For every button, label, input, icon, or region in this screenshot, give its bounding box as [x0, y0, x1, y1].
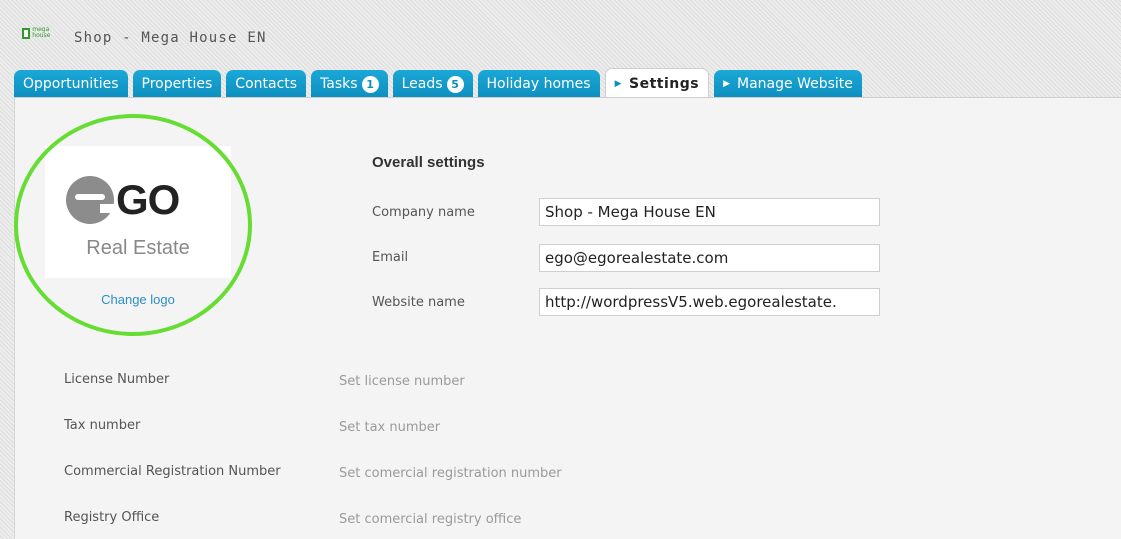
registry-office-value[interactable]: Set comercial registry office: [339, 512, 521, 527]
tasks-count-badge: 1: [361, 75, 379, 93]
overall-settings-title: Overall settings: [372, 154, 485, 171]
tab-contacts[interactable]: Contacts: [226, 70, 307, 98]
tab-leads[interactable]: Leads 5: [392, 70, 473, 98]
tab-label: Opportunities: [23, 76, 119, 92]
tab-manage-website[interactable]: ▶ Manage Website: [714, 70, 862, 98]
license-number-value[interactable]: Set license number: [339, 374, 465, 389]
tax-number-value[interactable]: Set tax number: [339, 420, 440, 435]
tab-holiday-homes[interactable]: Holiday homes: [477, 70, 600, 98]
tab-label: Tasks: [320, 76, 358, 92]
tax-number-label: Tax number: [64, 418, 141, 433]
commercial-registration-label: Commercial Registration Number: [64, 464, 281, 479]
email-input[interactable]: ego@egorealestate.com: [539, 244, 880, 272]
website-name-input[interactable]: http://wordpressV5.web.egorealestate.: [539, 288, 880, 316]
registry-office-label: Registry Office: [64, 510, 160, 525]
tab-properties[interactable]: Properties: [132, 70, 222, 98]
leads-count-badge: 5: [446, 75, 464, 93]
commercial-registration-value[interactable]: Set comercial registration number: [339, 466, 562, 481]
highlight-circle: [14, 114, 252, 336]
tab-label: Properties: [141, 76, 213, 92]
license-number-label: License Number: [64, 372, 170, 387]
tab-label: Holiday homes: [486, 76, 591, 92]
company-name-label: Company name: [372, 205, 475, 220]
brand-logo-text: mega house: [32, 26, 51, 39]
tab-label: Manage Website: [737, 76, 853, 92]
tab-bar: Opportunities Properties Contacts Tasks …: [14, 68, 867, 98]
tab-settings[interactable]: ▶ Settings: [604, 68, 710, 98]
tab-label: Settings: [629, 75, 700, 92]
triangle-right-icon: ▶: [723, 79, 731, 89]
shop-title: Shop - Mega House EN: [74, 30, 267, 46]
tab-label: Leads: [401, 76, 443, 92]
email-label: Email: [372, 250, 409, 265]
brand-logo-square-icon: [22, 27, 31, 39]
brand-logo: mega house: [22, 26, 52, 40]
company-name-input[interactable]: Shop - Mega House EN: [539, 198, 880, 226]
tab-label: Contacts: [235, 76, 298, 92]
title-bar: mega house Shop - Mega House EN: [0, 0, 1121, 66]
tab-opportunities[interactable]: Opportunities: [14, 70, 128, 98]
triangle-right-icon: ▶: [614, 78, 622, 89]
website-name-label: Website name: [372, 295, 465, 310]
tab-tasks[interactable]: Tasks 1: [311, 70, 388, 98]
